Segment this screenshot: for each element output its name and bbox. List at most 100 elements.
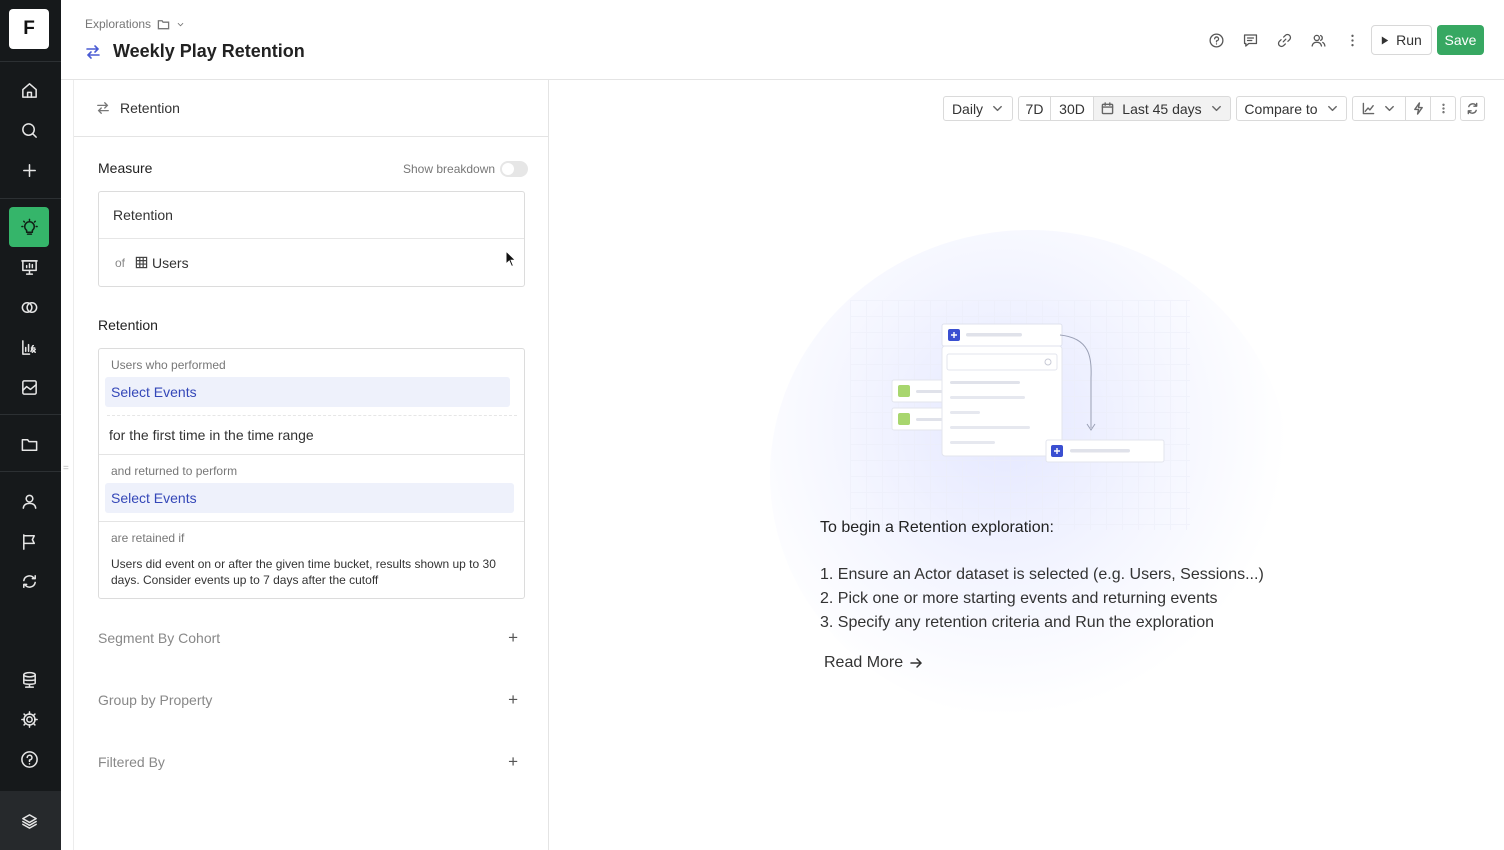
sidebar-item-new[interactable] — [9, 150, 49, 190]
granularity-select[interactable]: Daily — [943, 96, 1013, 121]
chart-type-select[interactable] — [1352, 96, 1406, 121]
of-label: of — [115, 255, 126, 270]
gear-icon — [20, 710, 38, 728]
sidebar-item-dashboards[interactable] — [9, 367, 49, 407]
first-time-option[interactable]: for the first time in the time range — [109, 427, 314, 443]
home-icon — [21, 82, 37, 98]
chevron-down-icon — [177, 22, 184, 26]
range-7d-button[interactable]: 7D — [1018, 96, 1051, 121]
measure-box: Retention of Users — [98, 191, 525, 287]
add-filter-icon[interactable]: + — [508, 752, 518, 772]
measure-dataset-select[interactable]: of Users — [99, 239, 524, 286]
play-icon — [1381, 36, 1389, 44]
sidebar-item-users[interactable] — [9, 481, 49, 521]
add-group-icon[interactable]: + — [508, 690, 518, 710]
sidebar-item-data[interactable] — [9, 659, 49, 699]
line-chart-icon — [1362, 102, 1375, 115]
empty-state-steps: 1. Ensure an Actor dataset is selected (… — [820, 563, 1264, 635]
dataset-name: Users — [152, 254, 189, 271]
comment-icon — [1243, 33, 1257, 47]
chevron-down-icon — [1385, 105, 1394, 112]
share-users-button[interactable] — [1306, 28, 1330, 52]
flag-icon — [22, 533, 35, 550]
sidebar-item-home[interactable] — [9, 70, 49, 110]
exploration-type-selector[interactable]: Retention — [74, 80, 549, 137]
sidebar-item-help[interactable] — [9, 739, 49, 779]
divider — [99, 521, 524, 522]
breadcrumb-explorations[interactable]: Explorations — [85, 17, 151, 31]
sidebar-item-boards[interactable] — [9, 247, 49, 287]
swap-arrows-icon — [97, 102, 109, 114]
comments-button[interactable] — [1238, 28, 1262, 52]
retention-heading: Retention — [98, 317, 158, 333]
sidebar-divider — [0, 471, 61, 472]
run-button[interactable]: Run — [1371, 25, 1432, 55]
venn-icon — [21, 301, 37, 313]
date-range-select[interactable]: Last 45 days — [1093, 96, 1231, 121]
segment-by-cohort-row[interactable]: Segment By Cohort + — [98, 628, 518, 648]
help-icon — [1208, 32, 1224, 48]
sidebar-item-folders[interactable] — [9, 424, 49, 464]
search-icon — [21, 122, 37, 138]
page-title[interactable]: Weekly Play Retention — [113, 41, 305, 62]
app-logo[interactable]: F — [9, 9, 49, 49]
sidebar: F — [0, 0, 61, 850]
measure-metric-select[interactable]: Retention — [99, 192, 524, 239]
workspace-logo — [9, 801, 49, 841]
folder-icon — [157, 19, 170, 29]
chart-more-button[interactable] — [1430, 96, 1456, 121]
compare-to-select[interactable]: Compare to — [1236, 96, 1347, 121]
retention-illustration — [891, 323, 1165, 463]
save-button[interactable]: Save — [1437, 25, 1484, 55]
filtered-by-row[interactable]: Filtered By + — [98, 752, 518, 772]
retention-criteria[interactable]: Users did event on or after the given ti… — [111, 556, 506, 588]
measure-metric: Retention — [113, 207, 173, 223]
breadcrumb[interactable]: Explorations — [85, 17, 185, 31]
more-options-button[interactable] — [1340, 28, 1364, 52]
dataset-chip: Users — [135, 255, 189, 271]
empty-state-intro: To begin a Retention exploration: — [820, 519, 1054, 536]
run-label: Run — [1396, 32, 1422, 48]
sidebar-item-search[interactable] — [9, 110, 49, 150]
database-icon — [22, 671, 36, 688]
segment-by-cohort-label: Segment By Cohort — [98, 630, 221, 646]
share-link-button[interactable] — [1272, 28, 1296, 52]
sidebar-divider — [0, 198, 61, 199]
returned-label: and returned to perform — [111, 464, 238, 478]
sidebar-item-cohorts[interactable] — [9, 287, 49, 327]
divider — [107, 415, 517, 416]
kebab-menu-icon — [1441, 103, 1445, 114]
insights-button[interactable] — [1405, 96, 1431, 121]
group-by-property-row[interactable]: Group by Property + — [98, 690, 518, 710]
add-segment-icon[interactable]: + — [508, 628, 518, 648]
sidebar-divider — [0, 414, 61, 415]
arrow-right-icon — [910, 658, 923, 668]
sync-icon — [22, 574, 36, 588]
sidebar-item-feature-flags[interactable] — [9, 521, 49, 561]
refresh-button[interactable] — [1460, 96, 1485, 121]
users-icon — [1310, 34, 1326, 47]
read-more-label: Read More — [824, 654, 904, 671]
read-more-link[interactable]: Read More — [824, 654, 923, 672]
workspace-switcher[interactable] — [0, 791, 61, 850]
sidebar-item-settings[interactable] — [9, 699, 49, 739]
chevron-down-icon — [1327, 105, 1337, 112]
show-breakdown-toggle[interactable] — [500, 161, 529, 177]
filtered-by-label: Filtered By — [98, 754, 165, 770]
sidebar-item-explorations[interactable] — [9, 207, 49, 247]
query-builder-panel: Retention Measure Show breakdown Retenti… — [73, 80, 549, 850]
date-range-value: Last 45 days — [1122, 100, 1202, 117]
sidebar-item-experiments[interactable] — [9, 561, 49, 601]
swap-arrows-icon — [86, 44, 100, 59]
select-start-events[interactable]: Select Events — [105, 377, 510, 407]
group-by-property-label: Group by Property — [98, 692, 213, 708]
help-button[interactable] — [1204, 28, 1228, 52]
range-30d-button[interactable]: 30D — [1050, 96, 1094, 121]
user-icon — [22, 494, 36, 509]
retention-box: Users who performed Select Events for th… — [98, 348, 525, 599]
select-return-events[interactable]: Select Events — [105, 483, 514, 513]
table-icon — [135, 256, 148, 269]
panel-resize-handle[interactable]: = — [63, 463, 69, 474]
sidebar-item-metrics[interactable] — [9, 327, 49, 367]
measure-heading: Measure — [98, 160, 153, 176]
